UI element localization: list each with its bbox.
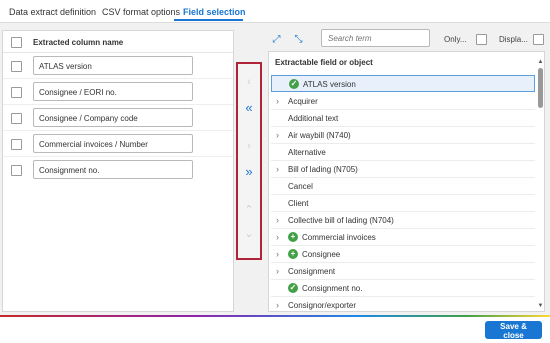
chevron-right-icon[interactable]: › bbox=[276, 130, 279, 140]
chevron-right-icon[interactable]: › bbox=[276, 232, 279, 242]
row-checkbox[interactable] bbox=[11, 139, 22, 150]
column-row: Consignee / Company code bbox=[3, 105, 233, 131]
tree-item[interactable]: Alternative bbox=[271, 144, 535, 161]
column-name-input[interactable]: Commercial invoices / Number bbox=[33, 134, 193, 153]
column-row: Consignee / EORI no. bbox=[3, 79, 233, 105]
tree-item-label: Acquirer bbox=[288, 97, 318, 106]
save-and-close-button[interactable]: Save & close bbox=[485, 321, 542, 340]
transfer-controls: ‹ « › » ⌃ ⌄ bbox=[236, 62, 262, 260]
row-checkbox[interactable] bbox=[11, 61, 22, 72]
tree-item[interactable]: › Bill of lading (N705) bbox=[271, 161, 535, 178]
scrollbar-thumb[interactable] bbox=[538, 68, 543, 108]
tree-item-label: Consignee bbox=[302, 250, 341, 259]
move-all-right-icon[interactable]: » bbox=[238, 165, 260, 178]
check-circle-icon: ✓ bbox=[288, 283, 298, 293]
extracted-columns-panel: Extracted column name ATLAS version Cons… bbox=[2, 30, 234, 312]
column-row: ATLAS version bbox=[3, 53, 233, 79]
footer-bar bbox=[0, 317, 550, 343]
tree-item[interactable]: › Consignment bbox=[271, 263, 535, 280]
tree-item[interactable]: › Collective bill of lading (N704) bbox=[271, 212, 535, 229]
plus-circle-icon[interactable]: + bbox=[288, 249, 298, 259]
chevron-right-icon[interactable]: › bbox=[276, 300, 279, 310]
chevron-right-icon[interactable]: › bbox=[276, 266, 279, 276]
tree-item-label: Commercial invoices bbox=[302, 233, 376, 242]
tree-item-label: Collective bill of lading (N704) bbox=[288, 216, 394, 225]
plus-circle-icon[interactable]: + bbox=[288, 232, 298, 242]
tab-field-selection[interactable]: Field selection bbox=[183, 7, 246, 17]
row-checkbox[interactable] bbox=[11, 165, 22, 176]
tree-scrollbar[interactable]: ▲ ▼ bbox=[537, 59, 544, 311]
move-up-icon[interactable]: ⌃ bbox=[238, 204, 260, 216]
tree-item[interactable]: ✓ ATLAS version bbox=[271, 75, 535, 92]
tree-item-label: Consignment bbox=[288, 267, 336, 276]
tree-item[interactable]: › Consignor/exporter bbox=[271, 297, 535, 311]
extractable-field-header: Extractable field or object bbox=[275, 58, 373, 67]
move-left-icon[interactable]: ‹ bbox=[238, 76, 260, 88]
tree-item-label: Bill of lading (N705) bbox=[288, 165, 358, 174]
column-name-input[interactable]: Consignment no. bbox=[33, 160, 193, 179]
only-label: Only... bbox=[444, 35, 467, 44]
tree-item[interactable]: › + Commercial invoices bbox=[271, 229, 535, 246]
tree-item-label: Client bbox=[288, 199, 309, 208]
tree-item[interactable]: › + Consignee bbox=[271, 246, 535, 263]
tab-bar: Data extract definition CSV format optio… bbox=[0, 0, 550, 23]
column-name-input[interactable]: Consignee / Company code bbox=[33, 108, 193, 127]
tree-item-label: Cancel bbox=[288, 182, 313, 191]
tab-csv-format-options[interactable]: CSV format options bbox=[102, 7, 180, 17]
tree-item-label: ATLAS version bbox=[303, 80, 356, 89]
row-checkbox[interactable] bbox=[11, 87, 22, 98]
chevron-right-icon[interactable]: › bbox=[276, 164, 279, 174]
scroll-up-icon[interactable]: ▲ bbox=[537, 59, 544, 65]
search-input[interactable] bbox=[321, 29, 430, 47]
check-circle-icon: ✓ bbox=[289, 79, 299, 89]
extracted-column-name-header: Extracted column name bbox=[33, 38, 124, 47]
chevron-right-icon[interactable]: › bbox=[276, 215, 279, 225]
tree-item[interactable]: ✓ Consignment no. bbox=[271, 280, 535, 297]
collapse-all-icon[interactable]: ⤡ bbox=[293, 34, 304, 45]
tree-item[interactable]: Cancel bbox=[271, 178, 535, 195]
select-all-checkbox[interactable] bbox=[11, 37, 22, 48]
active-tab-indicator bbox=[174, 19, 243, 21]
move-all-left-icon[interactable]: « bbox=[238, 101, 260, 114]
column-row: Commercial invoices / Number bbox=[3, 131, 233, 157]
expand-all-icon[interactable]: ⤢ bbox=[271, 34, 282, 45]
tree-item-label: Consignment no. bbox=[302, 284, 363, 293]
tree-item-label: Air waybill (N740) bbox=[288, 131, 351, 140]
tab-data-extract-definition[interactable]: Data extract definition bbox=[9, 7, 96, 17]
column-row: Consignment no. bbox=[3, 157, 233, 183]
scroll-down-icon[interactable]: ▼ bbox=[537, 303, 544, 309]
extracted-columns-header: Extracted column name bbox=[3, 31, 233, 53]
chevron-right-icon[interactable]: › bbox=[276, 96, 279, 106]
tree-item-label: Additional text bbox=[288, 114, 339, 123]
tree-item-label: Consignor/exporter bbox=[288, 301, 357, 310]
move-down-icon[interactable]: ⌄ bbox=[238, 228, 260, 240]
column-name-input[interactable]: ATLAS version bbox=[33, 56, 193, 75]
tree-item[interactable]: › Air waybill (N740) bbox=[271, 127, 535, 144]
only-checkbox[interactable] bbox=[476, 34, 487, 45]
display-label: Displa... bbox=[499, 35, 528, 44]
move-right-icon[interactable]: › bbox=[238, 140, 260, 152]
chevron-right-icon[interactable]: › bbox=[276, 249, 279, 259]
column-name-input[interactable]: Consignee / EORI no. bbox=[33, 82, 193, 101]
display-checkbox[interactable] bbox=[533, 34, 544, 45]
row-checkbox[interactable] bbox=[11, 113, 22, 124]
tree-item[interactable]: Client bbox=[271, 195, 535, 212]
extractable-fields-panel: Extractable field or object ✓ ATLAS vers… bbox=[268, 51, 545, 312]
extractable-fields-header: Extractable field or object bbox=[269, 52, 544, 73]
tree-item[interactable]: › Acquirer bbox=[271, 93, 535, 110]
tree-item-label: Alternative bbox=[288, 148, 326, 157]
tree-item[interactable]: Additional text bbox=[271, 110, 535, 127]
